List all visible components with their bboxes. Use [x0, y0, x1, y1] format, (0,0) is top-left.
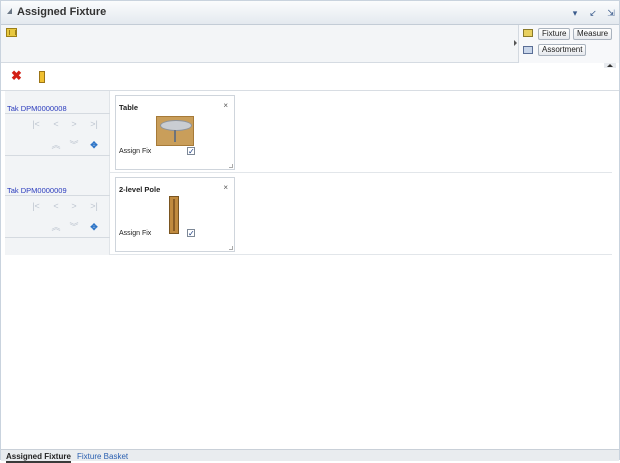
title-bar: Assigned Fixture ▾ ↙ ⇲: [1, 1, 619, 25]
table-fixture-image: [156, 116, 194, 146]
measure-button[interactable]: Measure: [573, 28, 613, 40]
resize-handle[interactable]: [229, 246, 233, 250]
assigned-fixture-panel: Assigned Fixture ▾ ↙ ⇲ Fixture Measure A…: [0, 0, 620, 463]
divider: [5, 195, 110, 196]
close-icon[interactable]: ×: [223, 183, 228, 192]
expand-icon[interactable]: ✥: [88, 140, 100, 150]
last-icon[interactable]: >|: [88, 201, 100, 211]
card-title: Table: [119, 103, 139, 112]
row-navigator: Tak DPM0000008 |< < > >| ︽ ︾ ✥: [5, 91, 110, 173]
assign-fix-label: Assign Fix: [119, 230, 152, 237]
previous-icon[interactable]: <: [50, 201, 62, 211]
assortment-button[interactable]: Assortment: [538, 44, 587, 56]
next-icon[interactable]: >: [68, 201, 80, 211]
fixture-button[interactable]: Fixture: [538, 28, 571, 40]
divider: [5, 155, 110, 156]
assign-fix-checkbox[interactable]: ✓: [187, 147, 195, 156]
shrink-icon[interactable]: ↙: [587, 7, 599, 19]
assortment-link[interactable]: Tak DPM0000008: [7, 104, 67, 113]
delete-icon[interactable]: ✖: [11, 69, 22, 82]
pole-fixture-image: [169, 196, 179, 234]
card-title: 2-level Pole: [119, 185, 161, 194]
divider: [5, 113, 110, 114]
table-view-icon[interactable]: [6, 28, 17, 37]
fixture-row: Tak DPM0000009 |< < > >| ︽ ︾ ✥ 2-level P…: [5, 173, 612, 255]
first-icon[interactable]: |<: [30, 119, 42, 129]
assign-fix-label: Assign Fix: [119, 148, 152, 155]
fixture-row: Tak DPM0000008 |< < > >| ︽ ︾ ✥ Table × A…: [5, 91, 612, 173]
info-panel: Fixture Measure Assortment: [1, 25, 619, 63]
fixture-icon: [523, 29, 533, 37]
expand-right-icon[interactable]: [514, 40, 517, 46]
divider: [5, 237, 110, 238]
row-navigator: Tak DPM0000009 |< < > >| ︽ ︾ ✥: [5, 173, 110, 255]
move-up-icon[interactable]: ︽: [50, 222, 62, 232]
bottom-tab-bar: Assigned Fixture Fixture Basket: [1, 449, 619, 463]
tab-assigned-fixture[interactable]: Assigned Fixture: [6, 452, 71, 463]
expand-icon[interactable]: ✥: [88, 222, 100, 232]
assortment-icon: [523, 46, 533, 54]
panel-title: Assigned Fixture: [17, 6, 107, 18]
collapse-icon[interactable]: [7, 8, 12, 14]
fixture-list: Tak DPM0000008 |< < > >| ︽ ︾ ✥ Table × A…: [5, 91, 612, 448]
last-icon[interactable]: >|: [88, 119, 100, 129]
scroll-up-icon[interactable]: [604, 63, 616, 68]
assortment-link[interactable]: Tak DPM0000009: [7, 186, 67, 195]
fixture-card: Table × Assign Fix ✓: [115, 95, 235, 170]
fixture-card: 2-level Pole × Assign Fix ✓: [115, 177, 235, 252]
move-down-icon[interactable]: ︾: [68, 222, 80, 232]
move-down-icon[interactable]: ︾: [68, 140, 80, 150]
first-icon[interactable]: |<: [30, 201, 42, 211]
assign-fix-checkbox[interactable]: ✓: [187, 229, 195, 238]
fixture-icon[interactable]: [39, 71, 45, 83]
right-panel: Fixture Measure Assortment: [518, 25, 619, 63]
detach-icon[interactable]: ⇲: [605, 7, 617, 19]
chevron-down-icon[interactable]: ▾: [569, 7, 581, 19]
move-up-icon[interactable]: ︽: [50, 140, 62, 150]
toolbar: ✖: [1, 63, 619, 91]
resize-handle[interactable]: [229, 164, 233, 168]
close-icon[interactable]: ×: [223, 101, 228, 110]
next-icon[interactable]: >: [68, 119, 80, 129]
previous-icon[interactable]: <: [50, 119, 62, 129]
